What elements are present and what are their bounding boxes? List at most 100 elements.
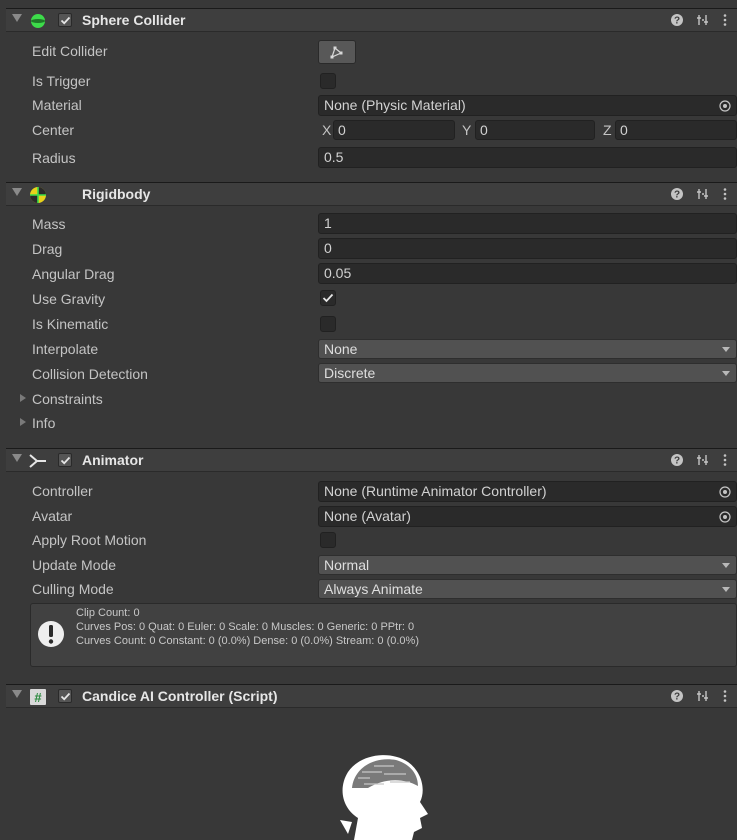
context-menu-icon[interactable] bbox=[718, 13, 732, 27]
culling-mode-value: Always Animate bbox=[324, 581, 423, 597]
rigidbody-icon bbox=[30, 187, 46, 203]
is-kinematic-checkbox[interactable] bbox=[320, 316, 336, 332]
angular-drag-label: Angular Drag bbox=[32, 266, 115, 282]
collision-detection-dropdown[interactable]: Discrete bbox=[318, 363, 737, 383]
object-picker-icon[interactable] bbox=[719, 100, 731, 112]
foldout-arrow-icon[interactable] bbox=[12, 454, 22, 462]
center-x-field[interactable]: 0 bbox=[333, 120, 455, 140]
angular-drag-field[interactable]: 0.05 bbox=[318, 263, 737, 284]
collision-detection-label: Collision Detection bbox=[32, 366, 148, 382]
presets-icon[interactable] bbox=[696, 453, 710, 467]
edit-bounds-icon bbox=[330, 46, 343, 59]
info-foldout[interactable]: Info bbox=[32, 415, 55, 431]
is-trigger-checkbox[interactable] bbox=[320, 73, 336, 89]
angular-drag-value: 0.05 bbox=[324, 265, 352, 281]
script-inspector-area bbox=[6, 708, 737, 840]
interpolate-dropdown[interactable]: None bbox=[318, 339, 737, 359]
dropdown-caret-icon bbox=[722, 347, 730, 352]
center-x-label: X bbox=[322, 122, 332, 138]
help-icon[interactable]: ? bbox=[670, 453, 684, 467]
presets-icon[interactable] bbox=[696, 187, 710, 201]
controller-value: None (Runtime Animator Controller) bbox=[324, 483, 547, 499]
help-icon[interactable]: ? bbox=[670, 187, 684, 201]
svg-text:?: ? bbox=[674, 692, 680, 703]
interpolate-label: Interpolate bbox=[32, 341, 99, 357]
svg-text:#: # bbox=[34, 690, 42, 705]
constraints-foldout[interactable]: Constraints bbox=[32, 391, 103, 407]
svg-text:?: ? bbox=[674, 190, 680, 201]
update-mode-dropdown[interactable]: Normal bbox=[318, 555, 737, 575]
script-icon: # bbox=[30, 689, 46, 705]
rigidbody-header[interactable]: Rigidbody ? bbox=[6, 182, 737, 206]
edit-collider-button[interactable] bbox=[318, 40, 356, 64]
mass-label: Mass bbox=[32, 216, 66, 232]
center-z-field[interactable]: 0 bbox=[615, 120, 737, 140]
context-menu-icon[interactable] bbox=[718, 453, 732, 467]
object-picker-icon[interactable] bbox=[719, 511, 731, 523]
apply-root-motion-label: Apply Root Motion bbox=[32, 532, 147, 548]
collision-detection-value: Discrete bbox=[324, 365, 376, 381]
sphere-collider-header[interactable]: Sphere Collider ? bbox=[6, 8, 737, 32]
drag-field[interactable]: 0 bbox=[318, 238, 737, 259]
drag-value: 0 bbox=[324, 240, 332, 256]
culling-mode-label: Culling Mode bbox=[32, 581, 114, 597]
controller-label: Controller bbox=[32, 483, 93, 499]
constraints-foldout-icon[interactable] bbox=[20, 394, 26, 402]
foldout-arrow-icon[interactable] bbox=[12, 14, 22, 22]
is-kinematic-label: Is Kinematic bbox=[32, 316, 109, 332]
animator-enabled-checkbox[interactable] bbox=[58, 453, 72, 467]
update-mode-label: Update Mode bbox=[32, 557, 117, 573]
foldout-arrow-icon[interactable] bbox=[12, 690, 22, 698]
material-label: Material bbox=[32, 97, 82, 113]
svg-text:?: ? bbox=[674, 456, 680, 467]
avatar-field[interactable]: None (Avatar) bbox=[318, 506, 737, 527]
use-gravity-checkbox[interactable] bbox=[320, 290, 336, 306]
info-icon bbox=[38, 621, 64, 647]
is-trigger-label: Is Trigger bbox=[32, 73, 91, 89]
candice-ai-controller-header[interactable]: # Candice AI Controller (Script) ? bbox=[6, 684, 737, 708]
use-gravity-label: Use Gravity bbox=[32, 291, 106, 307]
presets-icon[interactable] bbox=[696, 689, 710, 703]
radius-field[interactable]: 0.5 bbox=[318, 147, 737, 168]
animator-header[interactable]: Animator ? bbox=[6, 448, 737, 472]
mass-value: 1 bbox=[324, 215, 332, 231]
presets-icon[interactable] bbox=[696, 13, 710, 27]
radius-label: Radius bbox=[32, 150, 76, 166]
drag-label: Drag bbox=[32, 241, 63, 257]
help-icon[interactable]: ? bbox=[670, 13, 684, 27]
candice-ai-brain-logo bbox=[340, 755, 428, 840]
material-field[interactable]: None (Physic Material) bbox=[318, 95, 737, 116]
animator-title: Animator bbox=[82, 452, 144, 468]
apply-root-motion-checkbox[interactable] bbox=[320, 532, 336, 548]
info-line: Clip Count: 0 bbox=[76, 607, 140, 619]
center-label: Center bbox=[32, 122, 75, 138]
dropdown-caret-icon bbox=[722, 371, 730, 376]
center-y-label: Y bbox=[462, 122, 472, 138]
interpolate-value: None bbox=[324, 341, 358, 357]
center-z-value: 0 bbox=[620, 122, 628, 138]
help-icon[interactable]: ? bbox=[670, 689, 684, 703]
svg-text:?: ? bbox=[674, 16, 680, 27]
context-menu-icon[interactable] bbox=[718, 689, 732, 703]
center-x-value: 0 bbox=[338, 122, 346, 138]
foldout-arrow-icon[interactable] bbox=[12, 188, 22, 196]
sphere-collider-enabled-checkbox[interactable] bbox=[58, 13, 72, 27]
update-mode-value: Normal bbox=[324, 557, 370, 573]
inspector-panel: Sphere Collider ? Edit Collider Is Trigg… bbox=[0, 0, 737, 840]
dropdown-caret-icon bbox=[722, 587, 730, 592]
culling-mode-dropdown[interactable]: Always Animate bbox=[318, 579, 737, 599]
animator-info-box: Clip Count: 0 Curves Pos: 0 Quat: 0 Eule… bbox=[30, 603, 737, 667]
mass-field[interactable]: 1 bbox=[318, 213, 737, 234]
info-line: Curves Pos: 0 Quat: 0 Euler: 0 Scale: 0 … bbox=[76, 621, 415, 633]
center-y-field[interactable]: 0 bbox=[475, 120, 595, 140]
context-menu-icon[interactable] bbox=[718, 187, 732, 201]
avatar-value: None (Avatar) bbox=[324, 508, 411, 524]
avatar-label: Avatar bbox=[32, 508, 73, 524]
controller-field[interactable]: None (Runtime Animator Controller) bbox=[318, 481, 737, 502]
script-enabled-checkbox[interactable] bbox=[58, 689, 72, 703]
info-line: Curves Count: 0 Constant: 0 (0.0%) Dense… bbox=[76, 635, 419, 647]
object-picker-icon[interactable] bbox=[719, 486, 731, 498]
edit-collider-label: Edit Collider bbox=[32, 43, 108, 59]
checkmark-icon bbox=[322, 293, 334, 303]
info-foldout-icon[interactable] bbox=[20, 418, 26, 426]
